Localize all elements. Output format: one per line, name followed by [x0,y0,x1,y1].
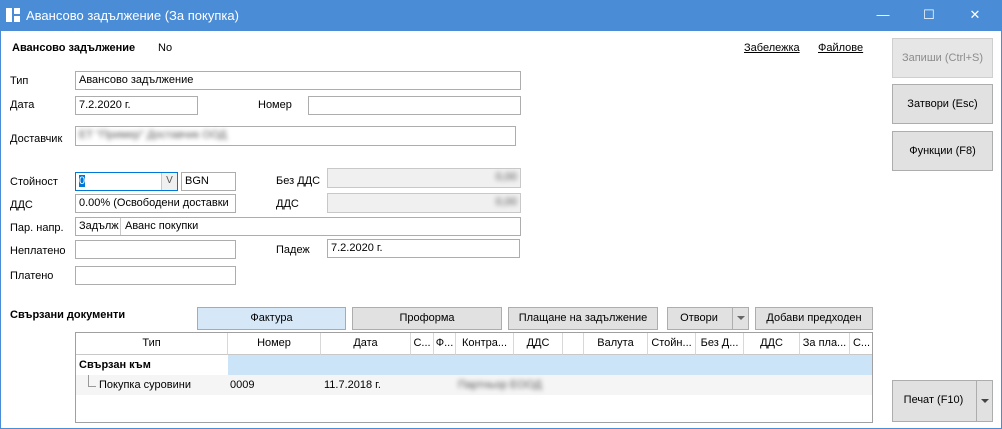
paid-label: Платено [10,270,54,282]
vat-rate-label: ДДС [10,199,33,211]
row-counterparty: Партньор ЕООД [458,379,542,391]
column-header[interactable]: Стойн... [648,333,696,355]
column-header[interactable]: Ф... [434,333,456,355]
table-row[interactable]: Покупка суровини 0009 11.7.2018 г. Партн… [76,375,872,395]
column-header[interactable]: С... [411,333,434,355]
without-vat-value: 0,00 [495,171,517,183]
column-header[interactable]: Без Д... [696,333,744,355]
column-header[interactable]: С... [850,333,872,355]
column-header[interactable]: Валута [584,333,648,355]
amount-value: 0 [79,175,86,187]
open-button[interactable]: Отвори [667,307,731,330]
tree-line [88,386,96,387]
account-name: Аванс покупки [125,220,199,232]
currency-field[interactable]: BGN [181,172,236,191]
row-number: 0009 [230,379,255,391]
vat-amount-field: 0,00 [327,193,521,213]
group-row[interactable]: Свързан към [76,355,872,375]
date-label: Дата [10,99,35,111]
save-button[interactable]: Запиши (Ctrl+S) [892,38,993,78]
date-field[interactable]: 7.2.2020 г. [75,96,198,115]
vat-amount-value: 0,00 [495,196,517,208]
account-label: Пар. напр. [10,222,64,234]
group-label: Свързан към [79,359,151,371]
unpaid-field[interactable] [75,240,236,259]
account-divider [120,218,121,235]
column-header[interactable]: За пла... [800,333,850,355]
linked-documents-grid[interactable]: Тип Номер Дата С... Ф... Контра... ДДС В… [75,332,873,423]
document-type-label: Авансово задължение [12,42,136,54]
functions-button[interactable]: Функции (F8) [892,131,993,171]
column-header[interactable] [563,333,584,355]
type-field[interactable]: Авансово задължение [75,71,521,90]
vat-rate-field[interactable]: 0.00% (Освободени доставки [75,194,236,213]
number-field[interactable] [308,96,521,115]
supplier-name: ЕТ "Пример" Доставчик ООД [79,129,227,141]
open-dropdown-icon[interactable] [737,316,745,320]
without-vat-label: Без ДДС [276,175,321,187]
proforma-button[interactable]: Проформа [352,307,502,330]
invoice-button[interactable]: Фактура [197,307,346,330]
column-header[interactable]: ДДС [744,333,800,355]
minimize-button[interactable]: — [860,0,906,31]
linked-documents-label: Свързани документи [10,309,126,321]
due-date-label: Падеж [276,244,310,256]
unpaid-label: Неплатено [10,245,66,257]
title-bar: Авансово задължение (За покупка) — ☐ ✕ [0,0,1002,31]
document-number-label: No [158,42,173,54]
close-window-button[interactable]: ✕ [952,0,998,31]
supplier-label: Доставчик [10,133,63,145]
payment-button[interactable]: Плащане на задължение [508,307,658,330]
print-dropdown-icon[interactable] [981,399,989,403]
amount-label: Стойност [10,176,58,188]
column-header[interactable]: Контра... [456,333,514,355]
open-divider [732,308,733,329]
type-label: Тип [10,75,29,87]
vat-amount-label: ДДС [276,198,299,210]
window-title: Авансово задължение (За покупка) [26,8,239,23]
row-type: Покупка суровини [99,379,191,391]
print-divider [976,381,977,421]
app-icon [6,8,20,22]
print-button[interactable]: Печат (F10) [892,380,975,422]
maximize-button[interactable]: ☐ [906,0,952,31]
column-header[interactable]: ДДС [514,333,563,355]
column-header[interactable]: Номер [228,333,321,355]
supplier-field[interactable]: ЕТ "Пример" Доставчик ООД [75,126,516,146]
amount-dropdown-button[interactable]: V [161,173,177,190]
number-label: Номер [258,99,292,111]
files-link[interactable]: Файлове [818,42,863,54]
account-code: Задълж [79,220,119,232]
without-vat-field: 0,00 [327,168,521,188]
add-previous-button[interactable]: Добави предходен [755,307,873,330]
due-date-field[interactable]: 7.2.2020 г. [327,239,520,258]
close-button[interactable]: Затвори (Esc) [892,84,993,124]
row-date: 11.7.2018 г. [324,379,381,391]
paid-field[interactable] [75,266,236,285]
column-header[interactable]: Дата [321,333,411,355]
column-header[interactable]: Тип [76,333,228,355]
note-link[interactable]: Забележка [744,42,800,54]
